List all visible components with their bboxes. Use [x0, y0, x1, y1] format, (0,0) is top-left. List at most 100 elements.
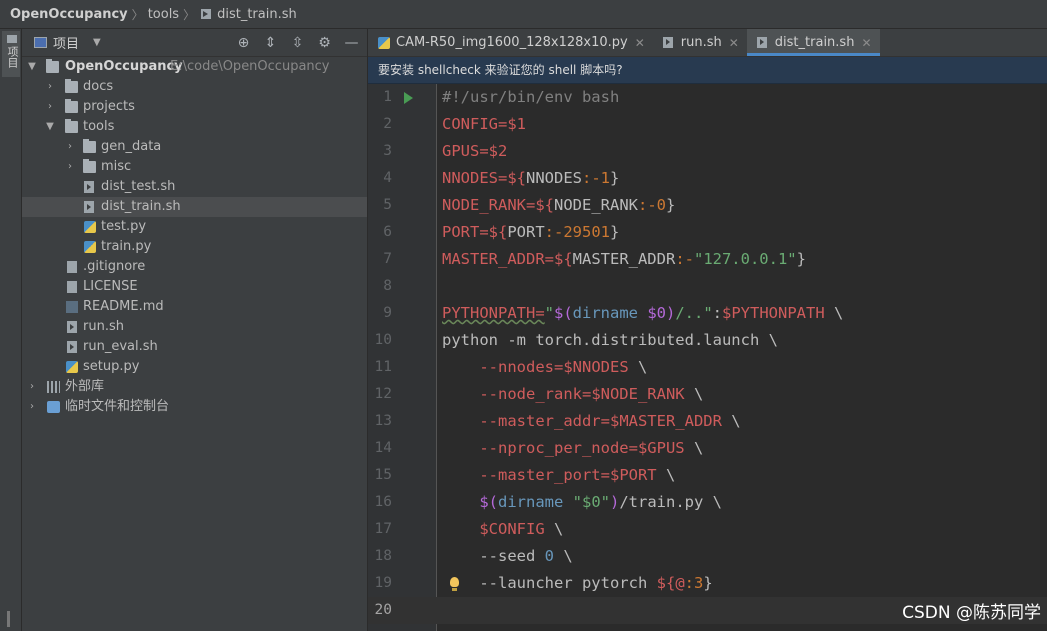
- shellcheck-banner[interactable]: 要安装 shellcheck 来验证您的 shell 脚本吗?: [368, 57, 1047, 84]
- code-token: \: [628, 358, 648, 376]
- code-token: --master_addr=: [442, 412, 610, 430]
- shell-file-icon: [201, 9, 212, 19]
- code-token: }: [610, 169, 620, 187]
- code-token: :-0: [638, 196, 666, 214]
- line-number: 2: [383, 116, 392, 132]
- code-token: $NODE_RANK: [591, 385, 685, 403]
- tree-item-test-py[interactable]: test.py: [22, 217, 367, 237]
- tree-item-label: 外部库: [65, 379, 105, 394]
- code-line: 10 python -m torch.distributed.launch \: [368, 327, 1047, 354]
- tree-item-dist-train[interactable]: dist_train.sh: [22, 197, 367, 217]
- tree-item-scratches[interactable]: › 临时文件和控制台: [22, 397, 367, 417]
- close-icon[interactable]: ✕: [729, 36, 739, 50]
- line-number: 11: [374, 359, 392, 375]
- tree-item-tools[interactable]: ▼ tools: [22, 117, 367, 137]
- tree-item-gen-data[interactable]: › gen_data: [22, 137, 367, 157]
- code-token: CONFIG=: [442, 115, 508, 133]
- line-number: 18: [374, 548, 392, 564]
- tree-item-label: misc: [101, 159, 132, 174]
- code-token: MASTER_ADDR=: [442, 250, 554, 268]
- line-number: 4: [383, 170, 392, 186]
- shell-file-icon: [662, 37, 673, 48]
- code-line: 2 CONFIG=$1: [368, 111, 1047, 138]
- code-area[interactable]: 1 #!/usr/bin/env bash 2 CONFIG=$1 3 GPUS…: [368, 84, 1047, 631]
- tree-item-misc[interactable]: › misc: [22, 157, 367, 177]
- code-line: 17 $CONFIG \: [368, 516, 1047, 543]
- chevron-right-icon[interactable]: ›: [44, 77, 56, 97]
- code-token: @: [675, 574, 685, 592]
- code-token: $(: [554, 304, 573, 322]
- breadcrumb-project[interactable]: OpenOccupancy: [10, 7, 128, 22]
- chevron-right-icon[interactable]: ›: [64, 137, 76, 157]
- tree-item-license[interactable]: LICENSE: [22, 277, 367, 297]
- chevron-down-icon[interactable]: ▼: [93, 37, 101, 48]
- code-line: 12 --node_rank=$NODE_RANK \: [368, 381, 1047, 408]
- code-token: 0: [544, 547, 554, 565]
- tree-item-run-eval[interactable]: run_eval.sh: [22, 337, 367, 357]
- code-token: NODE_RANK=: [442, 196, 536, 214]
- tree-item-docs[interactable]: › docs: [22, 77, 367, 97]
- code-token: --node_rank=: [442, 385, 592, 403]
- code-token: $1: [507, 115, 526, 133]
- minimize-icon[interactable]: —: [344, 35, 359, 51]
- code-line: 13 --master_addr=$MASTER_ADDR \: [368, 408, 1047, 435]
- tab-cam-config[interactable]: CAM-R50_img1600_128x128x10.py ✕: [368, 29, 653, 56]
- shell-file-icon: [67, 321, 77, 333]
- code-line: 6 PORT=${PORT:-29501}: [368, 219, 1047, 246]
- tab-dist-train[interactable]: dist_train.sh ✕: [746, 29, 880, 56]
- code-token: "$0": [572, 493, 610, 511]
- tree-item-readme[interactable]: README.md: [22, 297, 367, 317]
- project-panel-title[interactable]: 项目: [53, 33, 79, 52]
- locate-icon[interactable]: ⊕: [236, 35, 251, 51]
- code-token: $NNODES: [563, 358, 629, 376]
- strip-scroll-indicator: [7, 611, 10, 627]
- code-token: :-1: [582, 169, 610, 187]
- tree-item-label: docs: [83, 79, 114, 94]
- tab-label: dist_train.sh: [774, 35, 855, 50]
- tree-item-external-libs[interactable]: › 外部库: [22, 377, 367, 397]
- code-token: --launcher pytorch: [442, 574, 657, 592]
- project-tool-tab[interactable]: 项目: [2, 31, 20, 77]
- code-line: 18 --seed 0 \: [368, 543, 1047, 570]
- tree-item-gitignore[interactable]: .gitignore: [22, 257, 367, 277]
- code-token: $0: [647, 304, 666, 322]
- breadcrumb-file[interactable]: dist_train.sh: [217, 7, 297, 22]
- code-token: :: [712, 304, 723, 322]
- chevron-down-icon[interactable]: ▼: [26, 57, 38, 77]
- tree-item-setup-py[interactable]: setup.py: [22, 357, 367, 377]
- code-line: 9 PYTHONPATH="$(dirname $0)/..":$PYTHONP…: [368, 300, 1047, 327]
- code-token: NNODES: [526, 169, 582, 187]
- chevron-down-icon[interactable]: ▼: [44, 117, 56, 137]
- folder-icon: [65, 99, 78, 113]
- chevron-right-icon[interactable]: ›: [44, 97, 56, 117]
- collapse-all-icon[interactable]: ⇳: [290, 35, 305, 51]
- chevron-right-icon[interactable]: ›: [26, 377, 38, 397]
- tree-item-root[interactable]: ▼ OpenOccupancy E:\code\OpenOccupancy: [22, 57, 367, 77]
- gear-icon[interactable]: ⚙: [317, 35, 332, 51]
- expand-all-icon[interactable]: ⇕: [263, 35, 278, 51]
- code-token: ): [666, 304, 676, 322]
- code-token: NODE_RANK: [554, 196, 638, 214]
- tab-run-sh[interactable]: run.sh ✕: [653, 29, 747, 56]
- folder-icon: [83, 139, 96, 153]
- tree-item-projects[interactable]: › projects: [22, 97, 367, 117]
- code-token: ${: [488, 223, 508, 241]
- tree-item-dist-test[interactable]: dist_test.sh: [22, 177, 367, 197]
- code-token: $(: [479, 493, 498, 511]
- run-icon[interactable]: [404, 92, 413, 104]
- breadcrumb: OpenOccupancy 〉 tools 〉 dist_train.sh: [0, 0, 1047, 29]
- tree-item-label: test.py: [101, 219, 147, 234]
- chevron-right-icon[interactable]: ›: [26, 397, 38, 417]
- breadcrumb-folder[interactable]: tools: [148, 7, 179, 22]
- close-icon[interactable]: ✕: [635, 36, 645, 50]
- tree-item-run-sh[interactable]: run.sh: [22, 317, 367, 337]
- line-number: 7: [383, 251, 392, 267]
- markdown-file-icon: [66, 301, 78, 313]
- close-icon[interactable]: ✕: [861, 36, 871, 50]
- line-number: 20: [374, 602, 392, 618]
- code-token: PYTHONPATH=: [442, 304, 545, 322]
- chevron-right-icon[interactable]: ›: [64, 157, 76, 177]
- python-file-icon: [66, 361, 78, 373]
- tree-item-train-py[interactable]: train.py: [22, 237, 367, 257]
